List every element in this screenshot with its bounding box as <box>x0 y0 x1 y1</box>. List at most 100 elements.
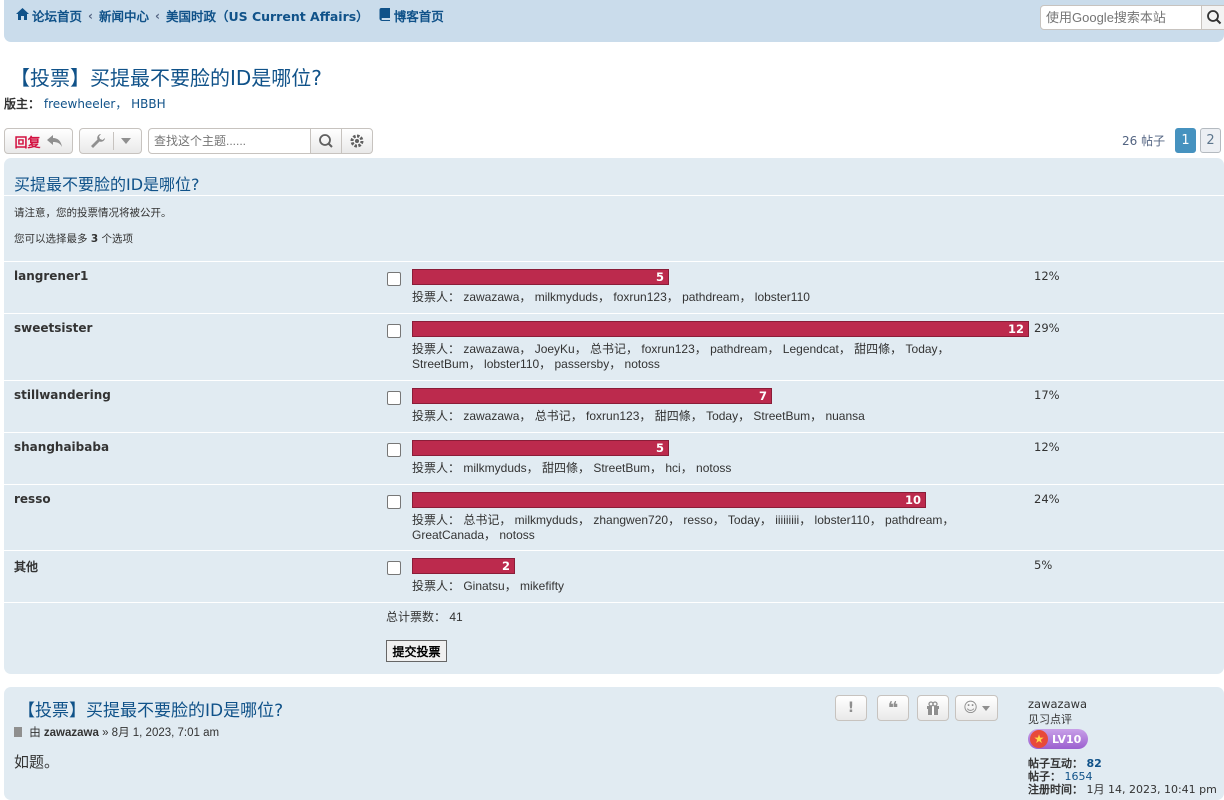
search-icon <box>319 134 333 148</box>
poll-option-row: resso 10 24% 投票人： 总书记， milkmyduds， zhang… <box>4 484 1224 550</box>
poll-option-row: stillwandering 7 17% 投票人： zawazawa， 总书记，… <box>4 380 1224 432</box>
page-1-button[interactable]: 1 <box>1175 128 1196 153</box>
poll-option-checkbox[interactable] <box>387 561 401 575</box>
post-file-icon <box>14 727 22 737</box>
poll-result-percent: 5% <box>1034 558 1053 572</box>
post-title[interactable]: 【投票】买提最不要脸的ID是哪位? <box>18 696 283 721</box>
submit-vote-button[interactable]: 提交投票 <box>386 640 447 662</box>
reaction-button[interactable]: ☺ <box>955 695 998 721</box>
poll-option-name: resso <box>14 492 51 506</box>
interactions-value[interactable]: 82 <box>1087 757 1102 770</box>
poll-option-row: sweetsister 12 29% 投票人： zawazawa， JoeyKu… <box>4 313 1224 380</box>
moderator-links[interactable]: freewheeler， HBBH <box>44 97 166 111</box>
joined-label: 注册时间： <box>1028 783 1083 796</box>
book-icon <box>379 7 391 24</box>
topic-search-input[interactable] <box>148 128 311 154</box>
poll-option-row: 其他 2 5% 投票人： Ginatsu， mikefifty <box>4 550 1224 602</box>
poll-result-percent: 24% <box>1034 492 1060 506</box>
advanced-search-button[interactable] <box>341 128 373 154</box>
breadcrumb-home-link[interactable]: 论坛首页 <box>32 6 82 25</box>
level-badge: ★ LV10 <box>1028 729 1088 749</box>
reply-arrow-icon <box>46 135 62 147</box>
google-search-button[interactable] <box>1201 5 1224 30</box>
poll-option-name: stillwandering <box>14 388 111 402</box>
poll-result-bar: 5 <box>412 440 669 456</box>
poll-result-bar: 2 <box>412 558 515 574</box>
poll-total-votes: 总计票数： 41 <box>386 610 463 624</box>
gift-icon <box>927 701 939 715</box>
post-author-link[interactable]: zawazawa <box>44 727 99 739</box>
author-profile: zawazawa 见习点评 ★ LV10 帖子互动： 82 帖子： 1654 注… <box>1028 697 1224 796</box>
poll-result-percent: 29% <box>1034 321 1060 335</box>
post-meta: 由 zawazawa » 8月 1, 2023, 7:01 am <box>14 724 219 740</box>
star-icon: ★ <box>1030 730 1048 748</box>
poll-max-suffix: 个选项 <box>101 233 134 245</box>
post-body: 如题。 <box>14 753 60 771</box>
topic-tools-button[interactable] <box>79 128 142 154</box>
gift-button[interactable] <box>917 695 949 721</box>
posts-value[interactable]: 1654 <box>1065 770 1093 783</box>
divider <box>4 602 1224 603</box>
poll-option-checkbox[interactable] <box>387 272 401 286</box>
poll-result-percent: 17% <box>1034 388 1060 402</box>
breadcrumb-news-link[interactable]: 新闻中心 <box>99 6 149 25</box>
moderators-label: 版主： <box>4 97 41 111</box>
breadcrumb-forum-link[interactable]: 美国时政（US Current Affairs） <box>166 6 369 25</box>
poll-option-checkbox[interactable] <box>387 443 401 457</box>
poll-result-bar: 7 <box>412 388 772 404</box>
poll-voters: 投票人： zawazawa， 总书记， foxrun123， 甜四條， Toda… <box>412 409 865 423</box>
post-by-label: 由 <box>29 727 41 739</box>
gear-icon <box>350 134 364 148</box>
smiley-icon: ☺ <box>963 700 978 716</box>
post-count: 26 帖子 <box>1122 134 1166 148</box>
profile-joined: 注册时间： 1月 14, 2023, 10:41 pm <box>1028 783 1224 796</box>
poll-result-percent: 12% <box>1034 269 1060 283</box>
quote-button[interactable]: ❝ <box>877 695 909 721</box>
search-icon <box>1207 10 1222 25</box>
post-date: » 8月 1, 2023, 7:01 am <box>102 727 220 739</box>
blog-home-link[interactable]: 博客首页 <box>394 6 444 25</box>
poll-option-name: langrener1 <box>14 269 89 283</box>
profile-interactions: 帖子互动： 82 <box>1028 757 1224 770</box>
chevron-down-icon <box>121 138 131 144</box>
interactions-label: 帖子互动： <box>1028 757 1083 770</box>
topic-search-button[interactable] <box>310 128 342 154</box>
top-navbar: 论坛首页 ‹ 新闻中心 ‹ 美国时政（US Current Affairs） 博… <box>4 0 1224 42</box>
poll-panel: 买提最不要脸的ID是哪位? 请注意，您的投票情况将被公开。 您可以选择最多 3 … <box>4 158 1224 674</box>
chevron-left-icon: ‹ <box>88 8 93 23</box>
report-button[interactable]: ! <box>835 695 867 721</box>
profile-rank: 见习点评 <box>1028 713 1072 726</box>
level-label: LV10 <box>1052 732 1082 746</box>
poll-option-row: shanghaibaba 5 12% 投票人： milkmyduds， 甜四條，… <box>4 432 1224 484</box>
poll-option-checkbox[interactable] <box>387 495 401 509</box>
google-search-input[interactable] <box>1040 5 1202 30</box>
poll-result-bar: 10 <box>412 492 926 508</box>
page-2-button[interactable]: 2 <box>1200 128 1221 153</box>
reply-label: 回复 <box>14 135 41 151</box>
quote-icon: ❝ <box>887 697 899 719</box>
joined-value: 1月 14, 2023, 10:41 pm <box>1086 783 1217 796</box>
poll-voters: 投票人： 总书记， milkmyduds， zhangwen720， resso… <box>412 513 955 542</box>
poll-option-checkbox[interactable] <box>387 324 401 338</box>
poll-result-percent: 12% <box>1034 440 1060 454</box>
wrench-icon <box>91 134 105 148</box>
topic-title[interactable]: 【投票】买提最不要脸的ID是哪位? <box>10 62 322 91</box>
poll-max-value: 3 <box>90 233 99 245</box>
profile-username[interactable]: zawazawa <box>1028 697 1224 711</box>
home-icon <box>16 8 29 23</box>
poll-option-name: shanghaibaba <box>14 440 110 454</box>
exclamation-icon: ! <box>847 700 855 716</box>
poll-option-name: 其他 <box>14 560 39 574</box>
profile-posts: 帖子： 1654 <box>1028 770 1224 783</box>
poll-max-options: 您可以选择最多 3 个选项 <box>14 231 133 246</box>
chevron-down-icon <box>981 705 990 711</box>
poll-max-prefix: 您可以选择最多 <box>14 233 88 245</box>
poll-voters: 投票人： zawazawa， JoeyKu， 总书记， foxrun123， p… <box>412 342 950 371</box>
reply-button[interactable]: 回复 <box>4 128 73 154</box>
poll-result-bar: 5 <box>412 269 669 285</box>
poll-option-name: sweetsister <box>14 321 93 335</box>
poll-option-checkbox[interactable] <box>387 391 401 405</box>
breadcrumb: 论坛首页 ‹ 新闻中心 ‹ 美国时政（US Current Affairs） 博… <box>16 6 444 25</box>
moderators: 版主： freewheeler， HBBH <box>4 95 166 112</box>
poll-voters: 投票人： zawazawa， milkmyduds， foxrun123， pa… <box>412 290 810 304</box>
